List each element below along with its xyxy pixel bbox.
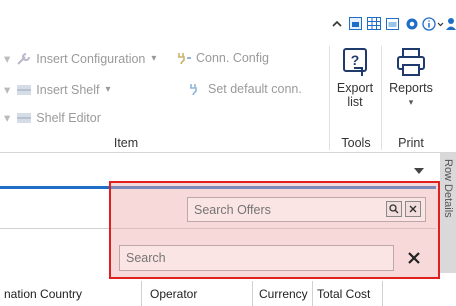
printer-icon xyxy=(397,48,425,76)
reports-label: Reports xyxy=(389,81,433,95)
column-separator xyxy=(312,281,313,306)
insert-shelf-label: Insert Shelf xyxy=(36,82,100,97)
reports-dropdown-icon[interactable]: ▾ xyxy=(385,95,437,109)
user-icon[interactable] xyxy=(446,16,456,31)
plug-icon xyxy=(178,53,191,65)
column-header-operator[interactable]: Operator xyxy=(150,287,197,301)
search-offers-field[interactable] xyxy=(187,197,426,222)
row-details-label: Row Details xyxy=(442,159,454,218)
conn-config-label: Conn. Config xyxy=(196,51,269,65)
window-icon[interactable] xyxy=(348,16,363,31)
conn-config-button[interactable]: Conn. Config xyxy=(176,51,269,65)
tools-group-label: Tools xyxy=(341,136,371,150)
reports-button[interactable]: Reports ▾ xyxy=(385,46,437,109)
export-list-label-2: list xyxy=(347,95,363,109)
secondary-toolbar xyxy=(0,153,440,181)
item-group-label: Item xyxy=(113,136,139,150)
ribbon-separator xyxy=(381,46,382,150)
row-details-tab[interactable]: Row Details xyxy=(440,153,456,273)
column-header-country[interactable]: nation Country xyxy=(4,287,82,301)
dropdown-arrow-icon[interactable] xyxy=(413,166,425,176)
plug-default-icon xyxy=(190,84,197,96)
shelf-icon xyxy=(17,84,32,95)
search-field[interactable] xyxy=(119,245,394,271)
ribbon-separator xyxy=(329,46,330,150)
wrench-icon xyxy=(17,52,31,65)
close-search-icon[interactable] xyxy=(403,246,425,270)
ribbon: ▾ Insert Configuration ▾ Conn. Config ▾ … xyxy=(0,42,456,153)
column-separator xyxy=(252,281,253,306)
grid-icon[interactable] xyxy=(366,16,381,31)
print-group-label: Print xyxy=(398,136,424,150)
shelf-editor-label: Shelf Editor xyxy=(36,110,101,125)
column-header-total-cost[interactable]: Total Cost xyxy=(317,287,370,301)
svg-text:?: ? xyxy=(351,52,360,68)
column-header-currency[interactable]: Currency xyxy=(259,287,308,301)
shelf-editor-button[interactable]: ▾ Shelf Editor xyxy=(4,110,101,126)
insert-shelf-button[interactable]: ▾ Insert Shelf ▾ xyxy=(4,82,111,98)
export-list-label-1: Export xyxy=(336,81,374,95)
export-list-icon: ? xyxy=(343,48,367,76)
insert-configuration-label: Insert Configuration xyxy=(36,51,146,66)
calendar-icon[interactable] xyxy=(385,16,400,31)
shelf-editor-icon xyxy=(17,112,32,123)
search-icon[interactable] xyxy=(386,201,402,217)
set-default-conn-label: Set default conn. xyxy=(208,82,302,96)
export-list-button[interactable]: ? Export list xyxy=(334,46,376,109)
chevron-up-icon[interactable] xyxy=(329,16,344,31)
column-separator xyxy=(382,281,383,306)
info-icon[interactable] xyxy=(422,16,444,31)
column-separator xyxy=(141,281,142,306)
quick-access-bar xyxy=(0,0,456,42)
insert-configuration-button[interactable]: ▾ Insert Configuration ▾ xyxy=(4,51,156,67)
gear-icon[interactable] xyxy=(404,16,419,31)
set-default-conn-button[interactable]: Set default conn. xyxy=(188,82,302,96)
clear-offers-icon[interactable] xyxy=(405,201,421,217)
search-input[interactable] xyxy=(120,246,393,270)
